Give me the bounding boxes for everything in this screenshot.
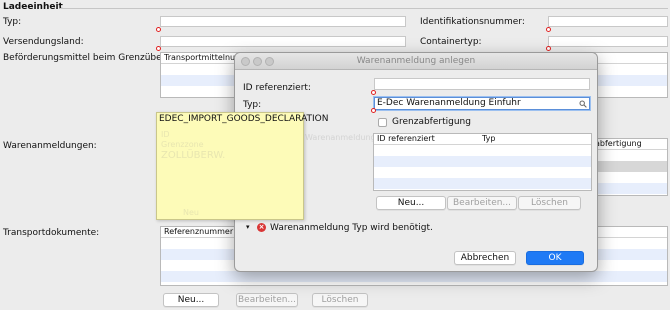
typ-field[interactable] <box>160 16 406 27</box>
table-row[interactable] <box>374 145 591 156</box>
tooltip-faded-line: Neu <box>183 208 199 217</box>
minimize-window-icon[interactable] <box>253 57 262 66</box>
required-indicator-icon <box>156 27 161 32</box>
error-message: Warenanmeldung Typ wird benötigt. <box>270 223 433 233</box>
tooltip-popup: EDEC_IMPORT_GOODS_DECLARATION ID Grenzzo… <box>156 112 329 220</box>
identifikationsnummer-field[interactable] <box>548 16 668 27</box>
id-referenziert-label: ID referenziert: <box>243 83 311 93</box>
grenzabfertigung-checkbox[interactable] <box>378 118 387 127</box>
error-icon: × <box>257 223 266 232</box>
required-indicator-icon <box>156 46 161 51</box>
identifikationsnummer-label: Identifikationsnummer: <box>420 17 525 27</box>
ok-button[interactable]: OK <box>526 251 584 265</box>
table-row[interactable] <box>374 167 591 178</box>
table-header: ID referenziert Typ <box>374 134 591 145</box>
containertyp-label: Containertyp: <box>420 37 482 47</box>
grenzabfertigung-label: Grenzabfertigung <box>392 117 471 127</box>
new-document-button[interactable]: Neu... <box>163 293 219 307</box>
disclosure-triangle-icon[interactable]: ▾ <box>246 223 250 231</box>
typ-combobox[interactable]: E-Dec Warenanmeldung Einfuhr <box>374 97 590 110</box>
versendungsland-label: Versendungsland: <box>3 37 84 47</box>
edit-document-button[interactable]: Bearbeiten... <box>236 293 298 307</box>
dialog-new-button[interactable]: Neu... <box>376 196 446 210</box>
cancel-button[interactable]: Abbrechen <box>454 251 516 265</box>
close-window-icon[interactable] <box>241 57 250 66</box>
relations-table[interactable]: ID referenziert Typ <box>373 133 592 191</box>
id-referenziert-field[interactable] <box>374 78 590 90</box>
dialog-edit-button[interactable]: Bearbeiten... <box>447 196 517 210</box>
delete-document-button[interactable]: Löschen <box>312 293 368 307</box>
tooltip-text: EDEC_IMPORT_GOODS_DECLARATION <box>159 114 329 124</box>
required-indicator-icon <box>371 108 376 113</box>
table-row[interactable] <box>161 271 667 282</box>
dialog-titlebar: Warenanmeldung anlegen <box>235 53 597 70</box>
transportdokumente-label: Transportdokumente: <box>3 228 100 238</box>
zoom-window-icon[interactable] <box>265 57 274 66</box>
befoerderungsmittel-label: Beförderungsmittel beim Grenzübertritt: <box>3 53 186 63</box>
search-icon[interactable] <box>579 100 587 108</box>
table-row[interactable] <box>374 156 591 167</box>
typ-label: Typ: <box>243 100 262 110</box>
containertyp-field[interactable] <box>548 36 668 47</box>
column-header-typ: Typ <box>482 134 496 143</box>
tooltip-faded-line: ID <box>161 130 170 139</box>
section-divider <box>60 8 668 9</box>
column-header-id: ID referenziert <box>377 134 435 143</box>
dialog-title: Warenanmeldung anlegen <box>356 56 476 66</box>
required-indicator-icon <box>546 46 551 51</box>
section-title: Ladeeinheit <box>3 2 63 12</box>
required-indicator-icon <box>546 27 551 32</box>
dialog-delete-button[interactable]: Löschen <box>518 196 581 210</box>
required-indicator-icon <box>371 90 376 95</box>
warenanmeldungen-label: Warenanmeldungen: <box>3 141 97 151</box>
table-header-text: abfertigung <box>595 139 642 148</box>
tooltip-faded-line: ZOLLÜBERW. <box>161 150 226 161</box>
typ-label: Typ: <box>3 17 22 27</box>
typ-value: E-Dec Warenanmeldung Einfuhr <box>377 98 521 108</box>
versendungsland-field[interactable] <box>160 36 406 47</box>
table-row[interactable] <box>374 178 591 189</box>
tooltip-faded-line: Grenzzone <box>161 140 204 149</box>
